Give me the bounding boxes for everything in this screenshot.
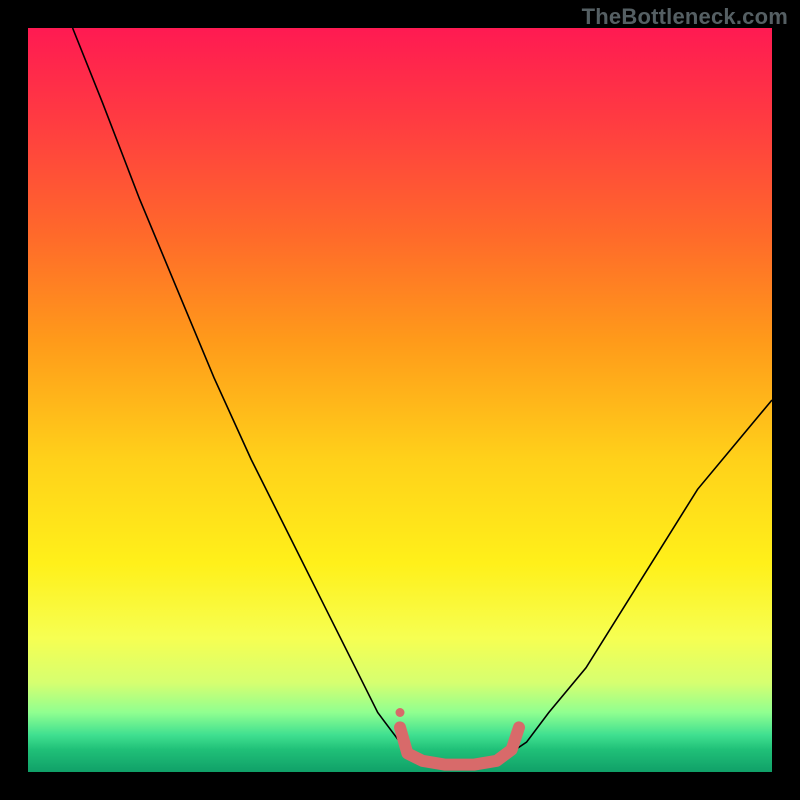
chart-svg [28, 28, 772, 772]
optimal-band-marker [400, 727, 519, 764]
watermark-text: TheBottleneck.com [582, 4, 788, 30]
optimal-start-dot [396, 708, 405, 717]
bottleneck-curve [73, 28, 772, 765]
